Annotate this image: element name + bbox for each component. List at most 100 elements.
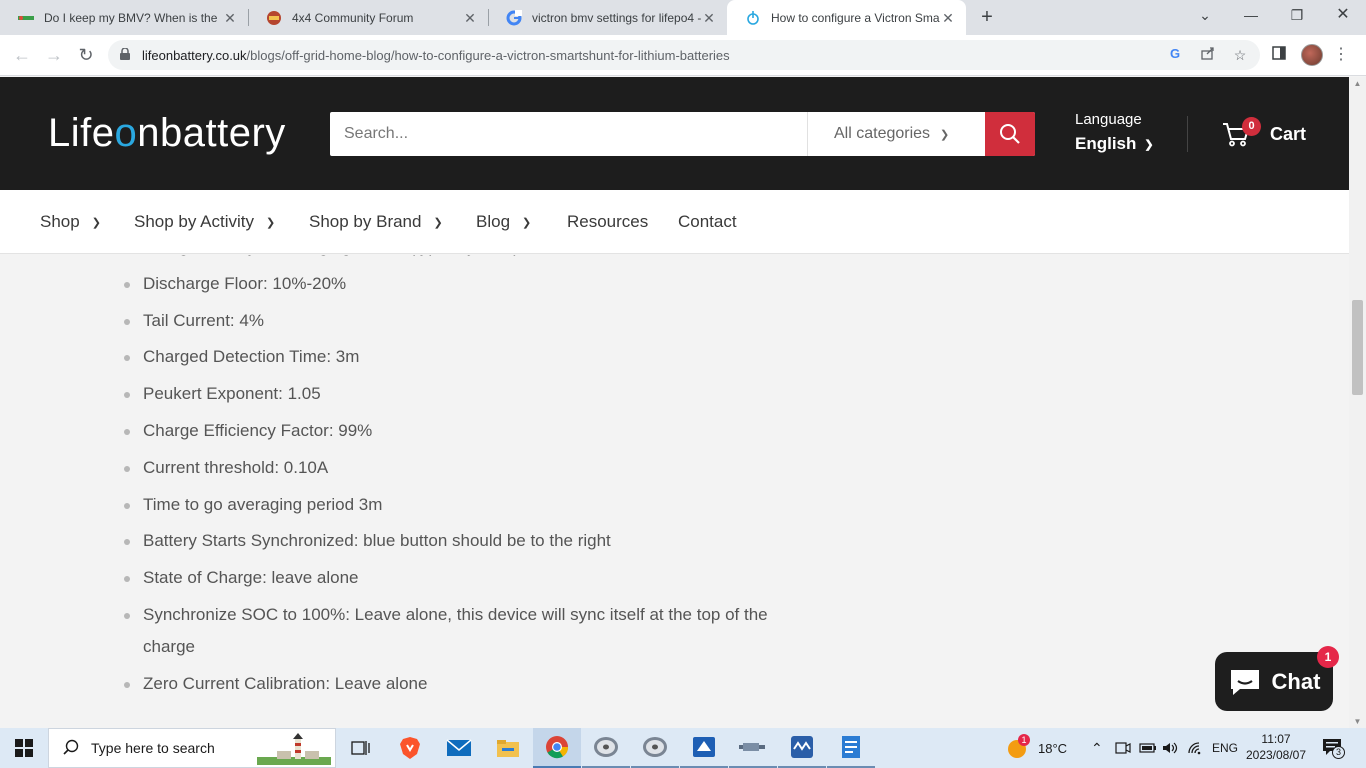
volume-icon[interactable]: [1162, 728, 1180, 768]
taskbar-clock[interactable]: 11:07 2023/08/07: [1240, 731, 1312, 763]
scroll-down-arrow-icon[interactable]: ▼: [1353, 717, 1362, 726]
taskbar-search-box[interactable]: Type here to search: [48, 728, 336, 768]
browser-toolbar: ← → ↻ lifeonbattery.co.uk/blogs/off-grid…: [0, 35, 1366, 76]
brave-browser-icon[interactable]: [386, 728, 434, 768]
list-item: Peukert Exponent: 1.05: [120, 378, 800, 410]
google-lens-icon[interactable]: G: [1165, 44, 1187, 66]
wifi-icon[interactable]: [1187, 728, 1205, 768]
forward-arrow-icon[interactable]: →: [42, 43, 66, 67]
profile-avatar[interactable]: [1301, 44, 1323, 66]
chat-button[interactable]: Chat: [1215, 652, 1333, 711]
reload-icon[interactable]: ↻: [74, 43, 98, 67]
device-connector-icon[interactable]: [729, 728, 777, 768]
search-icon: [63, 739, 79, 758]
list-item: Battery Starts Synchronized: blue button…: [120, 525, 800, 557]
minimize-icon[interactable]: —: [1228, 0, 1274, 32]
clock-time: 11:07: [1261, 732, 1291, 746]
lifeonbattery-logo[interactable]: Lifeonbattery: [48, 111, 286, 156]
chat-unread-badge: 1: [1317, 646, 1339, 668]
disk-app-icon[interactable]: [631, 728, 679, 768]
chat-label: Chat: [1271, 668, 1321, 694]
browser-tab[interactable]: 4x4 Community Forum ✕: [248, 0, 488, 35]
list-item: Tail Current: 4%: [120, 305, 800, 337]
site-header: Lifeonbattery All categories ❯ Language …: [0, 77, 1349, 190]
weather-widget[interactable]: 1 18°C: [1006, 728, 1067, 768]
google-favicon-icon: [506, 9, 522, 26]
more-menu-icon[interactable]: ⋮: [1333, 44, 1349, 66]
list-item: Zero Current Calibration: Leave alone: [120, 668, 800, 700]
bookmark-star-icon[interactable]: ☆: [1229, 44, 1251, 66]
restore-icon[interactable]: ❐: [1274, 0, 1320, 32]
close-tab-icon[interactable]: ✕: [940, 10, 956, 26]
mail-icon[interactable]: [435, 728, 483, 768]
list-item: Time to go averaging period 3m: [120, 489, 800, 521]
chevron-down-icon: ❯: [940, 128, 950, 141]
tab-search-chevron-icon[interactable]: ⌄: [1182, 0, 1228, 32]
windows-taskbar: Type here to search 1 18°C ⌃ ENG 11:07 2…: [0, 728, 1366, 768]
chevron-down-icon: ❯: [433, 216, 443, 229]
search-input[interactable]: [330, 112, 807, 156]
side-panel-icon[interactable]: [1268, 44, 1290, 66]
windows-start-icon[interactable]: [0, 728, 48, 768]
language-selector[interactable]: Language English ❯: [1075, 111, 1154, 154]
task-view-icon[interactable]: [337, 728, 385, 768]
chevron-down-icon: ❯: [91, 216, 101, 229]
svg-text:G: G: [1170, 46, 1180, 60]
page-scrollbar[interactable]: ▲ ▼: [1349, 77, 1366, 728]
chevron-down-icon: ❯: [266, 216, 276, 229]
nav-item-blog[interactable]: Blog ❯: [476, 212, 531, 232]
logo-text-start: Life: [48, 111, 115, 155]
list-item: Discharge Floor: 10%-20%: [120, 268, 800, 300]
browser-tab-active[interactable]: How to configure a Victron Smar ✕: [727, 0, 966, 35]
nav-item-shop-by-activity[interactable]: Shop by Activity ❯: [134, 212, 275, 232]
notification-center-icon[interactable]: 3: [1322, 728, 1346, 768]
tab-title: 4x4 Community Forum: [292, 10, 414, 25]
battery-icon[interactable]: [1139, 728, 1157, 768]
list-item: Current threshold: 0.10A: [120, 452, 800, 484]
lifeonbattery-favicon-icon: [18, 10, 34, 26]
disk-app-icon[interactable]: [582, 728, 630, 768]
back-arrow-icon[interactable]: ←: [10, 43, 34, 67]
close-tab-icon[interactable]: ✕: [462, 10, 478, 26]
scroll-up-arrow-icon[interactable]: ▲: [1353, 79, 1362, 88]
input-language[interactable]: ENG: [1212, 728, 1238, 768]
taskbar-search-placeholder: Type here to search: [91, 740, 215, 756]
show-hidden-icons-chevron-icon[interactable]: ⌃: [1091, 728, 1103, 768]
address-bar[interactable]: lifeonbattery.co.uk/blogs/off-grid-home-…: [108, 40, 1260, 70]
meet-now-icon[interactable]: [1115, 728, 1131, 768]
close-tab-icon[interactable]: ✕: [701, 10, 717, 26]
search-button[interactable]: [985, 112, 1035, 156]
settings-list: voltage set in your charging device (typ…: [120, 255, 800, 705]
browser-tab[interactable]: victron bmv settings for lifepo4 - ✕: [488, 0, 727, 35]
category-select[interactable]: All categories ❯: [807, 112, 985, 156]
scrollbar-thumb[interactable]: [1352, 300, 1363, 395]
close-window-icon[interactable]: ✕: [1320, 0, 1366, 32]
search-icon: [1000, 124, 1020, 144]
tab-title: How to configure a Victron Smar: [771, 10, 940, 25]
document-app-icon[interactable]: [827, 728, 875, 768]
chrome-icon[interactable]: [533, 728, 581, 768]
chevron-down-icon: ❯: [1144, 138, 1154, 151]
browser-tab-strip: Do I keep my BMV? When is the ✕ 4x4 Comm…: [0, 0, 1366, 35]
blue-app-icon[interactable]: [680, 728, 728, 768]
close-tab-icon[interactable]: ✕: [222, 10, 238, 26]
share-icon[interactable]: [1197, 44, 1219, 66]
file-explorer-icon[interactable]: [484, 728, 532, 768]
nav-item-label: Shop by Brand: [309, 212, 422, 231]
list-item: Charge Efficiency Factor: 99%: [120, 415, 800, 447]
category-select-label: All categories: [834, 125, 931, 142]
logo-power-o: o: [114, 111, 138, 155]
nav-item-shop[interactable]: Shop ❯: [40, 212, 101, 232]
victron-connect-icon[interactable]: [778, 728, 826, 768]
lighthouse-search-highlight-icon: [257, 733, 331, 765]
nav-item-resources[interactable]: Resources: [567, 212, 648, 232]
nav-item-contact[interactable]: Contact: [678, 212, 737, 232]
nav-item-shop-by-brand[interactable]: Shop by Brand ❯: [309, 212, 443, 232]
nav-item-label: Resources: [567, 212, 649, 231]
new-tab-icon[interactable]: +: [976, 6, 998, 28]
tab-title: Do I keep my BMV? When is the: [44, 10, 218, 25]
browser-tab[interactable]: Do I keep my BMV? When is the ✕: [0, 0, 248, 35]
cart-link[interactable]: 0 Cart: [1222, 117, 1307, 147]
list-item: voltage set in your charging device (typ…: [120, 255, 800, 263]
cart-label: Cart: [1270, 123, 1307, 144]
